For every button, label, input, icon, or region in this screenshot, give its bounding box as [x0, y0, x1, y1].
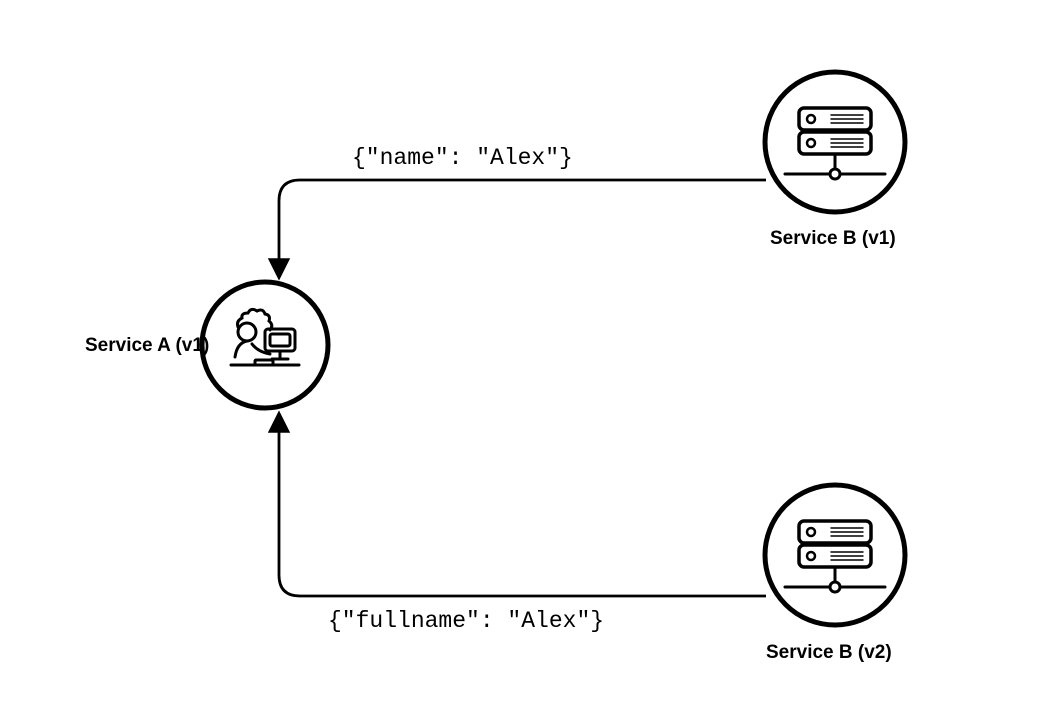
- arrow-b1-to-a: [279, 180, 766, 275]
- service-b-v2-label: Service B (v2): [766, 642, 892, 664]
- diagram-canvas: Service A (v1) Service B (v1) Service B …: [0, 0, 1051, 716]
- service-a-node: [202, 282, 328, 408]
- arrow-b2-to-a: [279, 416, 766, 596]
- service-b-v1-node: [765, 72, 905, 212]
- payload-b1-to-a: {"name": "Alex"}: [352, 145, 573, 171]
- service-b-v1-label: Service B (v1): [770, 228, 896, 250]
- payload-b2-to-a: {"fullname": "Alex"}: [328, 608, 604, 634]
- service-b-v2-node: [765, 485, 905, 625]
- service-a-label: Service A (v1): [85, 335, 209, 357]
